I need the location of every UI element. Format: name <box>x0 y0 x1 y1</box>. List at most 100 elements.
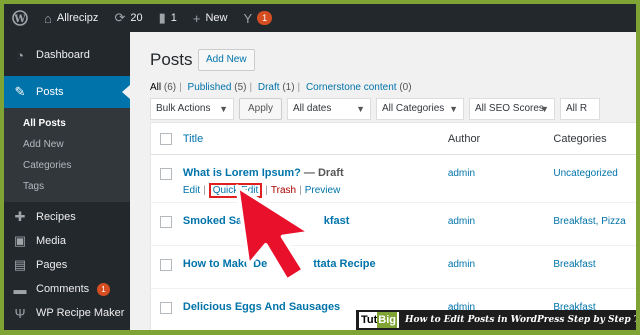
table-header: Title Author Categories <box>151 123 636 155</box>
new-label: New <box>205 12 228 24</box>
comment-icon: ▮ <box>158 10 166 25</box>
view-all-count: (6) <box>163 82 177 93</box>
row-checkbox[interactable] <box>159 168 172 180</box>
select-all-checkbox[interactable] <box>159 132 172 145</box>
wordpress-logo-button[interactable]: W <box>4 4 36 32</box>
yoast-icon: Y <box>243 10 253 26</box>
page-title: Posts <box>150 50 193 69</box>
seo-scores-select[interactable]: All SEO Scores ▼ <box>469 98 556 120</box>
chevron-down-icon: ▼ <box>449 104 459 114</box>
readability-select[interactable]: All R <box>560 98 601 120</box>
new-content-link[interactable]: + New <box>185 4 236 32</box>
categories-value: All Categories <box>382 103 445 114</box>
menu-comments-label: Comments <box>36 283 90 295</box>
comments-icon: ▬ <box>13 281 27 297</box>
updates-count: 20 <box>130 12 143 24</box>
category-link[interactable]: Uncategorized <box>553 168 617 179</box>
refresh-icon: ⟳ <box>114 10 126 25</box>
view-cornerstone[interactable]: Cornerstone content <box>306 82 397 93</box>
svg-text:W: W <box>13 14 26 25</box>
view-all[interactable]: All <box>150 82 161 93</box>
readability-value: All R <box>566 103 588 114</box>
menu-recipes-label: Recipes <box>36 211 76 223</box>
submenu-tags[interactable]: Tags <box>4 176 130 197</box>
menu-media-label: Media <box>36 235 66 247</box>
site-name-link[interactable]: ⌂ Allrecipz <box>36 4 106 32</box>
author-link[interactable]: admin <box>448 168 475 179</box>
author-link[interactable]: admin <box>448 216 475 227</box>
column-title[interactable]: Title <box>181 133 448 145</box>
add-new-button[interactable]: Add New <box>198 49 255 71</box>
apply-button[interactable]: Apply <box>239 98 283 120</box>
filters-bar: Bulk Actions ▼ Apply All dates ▼ All Cat… <box>150 98 601 120</box>
seo-scores-value: All SEO Scores <box>475 103 544 114</box>
media-icon: ▣ <box>13 233 27 248</box>
comments-badge: 1 <box>97 282 110 296</box>
table-row: How to Make De ttata Recipe admin Breakfa… <box>151 246 636 289</box>
category-link[interactable]: Breakfast, Pizza <box>553 216 625 227</box>
categories-select[interactable]: All Categories ▼ <box>376 98 465 120</box>
tutbig-logo: Tut Big <box>359 312 400 328</box>
plus-icon: + <box>192 10 201 26</box>
dates-value: All dates <box>293 103 332 114</box>
main-content: Posts Add New All (6) | Published (5) | Dr… <box>130 32 636 330</box>
menu-recipes[interactable]: ✚ Recipes <box>4 205 130 229</box>
menu-dashboard[interactable]: ◔ Dashboard <box>4 39 130 71</box>
menu-media[interactable]: ▣ Media <box>4 229 130 253</box>
pages-icon: ▤ <box>13 257 27 272</box>
chevron-down-icon: ▼ <box>356 104 366 114</box>
menu-dashboard-label: Dashboard <box>36 49 90 61</box>
bulk-actions-select[interactable]: Bulk Actions ▼ <box>150 98 234 120</box>
menu-recipe-maker[interactable]: Ψ WP Recipe Maker <box>4 301 130 325</box>
category-link[interactable]: Breakfast <box>553 259 595 270</box>
column-author: Author <box>447 132 481 145</box>
updates-link[interactable]: ⟳ 20 <box>106 4 150 32</box>
screen: W ⌂ Allrecipz ⟳ 20 ▮ 1 + New Y 1 ◔ Dashb… <box>4 4 636 330</box>
recipes-icon: ✚ <box>14 209 26 224</box>
view-draft-count: (1) <box>282 82 295 93</box>
dates-select[interactable]: All dates ▼ <box>287 98 372 120</box>
watermark-banner: Tut Big How to Edit Posts in WordPress St… <box>356 310 636 330</box>
logo-text-a: Tut <box>361 314 378 326</box>
home-icon: ⌂ <box>44 10 52 26</box>
wordpress-icon: W <box>12 10 28 26</box>
pointer-arrow-icon <box>235 184 313 283</box>
comments-count: 1 <box>170 12 177 24</box>
posts-table: Title Author Categories What is Lorem Ip… <box>150 122 636 330</box>
posts-submenu: All Posts Add New Categories Tags <box>4 108 130 202</box>
view-published-count: (5) <box>234 82 247 93</box>
menu-posts-label: Posts <box>36 86 64 98</box>
row-checkbox[interactable] <box>159 259 172 271</box>
submenu-all-posts[interactable]: All Posts <box>4 113 130 134</box>
menu-recipe-maker-label: WP Recipe Maker <box>36 307 125 319</box>
dashboard-icon: ◔ <box>16 47 24 63</box>
table-row: What is Lorem Ipsum? — Draft Edit | Quic… <box>151 155 636 203</box>
edit-link[interactable]: Edit <box>183 185 200 196</box>
view-cornerstone-count: (0) <box>399 82 412 93</box>
site-name: Allrecipz <box>56 12 99 24</box>
recipe-maker-icon: Ψ <box>14 305 26 321</box>
view-published[interactable]: Published <box>188 82 232 93</box>
chevron-down-icon: ▼ <box>540 104 550 114</box>
row-checkbox[interactable] <box>159 216 172 228</box>
table-row: Smoked Salmo kfast admin Breakfast, Pizza <box>151 203 636 246</box>
view-draft[interactable]: Draft <box>258 82 280 93</box>
column-categories: Categories <box>553 132 607 145</box>
row-checkbox[interactable] <box>159 302 172 314</box>
submenu-categories[interactable]: Categories <box>4 155 130 176</box>
menu-comments[interactable]: ▬ Comments 1 <box>4 277 130 301</box>
admin-sidebar: ◔ Dashboard ✎ Posts All Posts Add New Ca… <box>4 32 130 330</box>
yoast-menu[interactable]: Y 1 <box>235 4 280 32</box>
submenu-add-new[interactable]: Add New <box>4 134 130 155</box>
comments-link[interactable]: ▮ 1 <box>151 4 185 32</box>
author-link[interactable]: admin <box>448 259 475 270</box>
logo-text-b: Big <box>377 312 398 328</box>
admin-bar: W ⌂ Allrecipz ⟳ 20 ▮ 1 + New Y 1 <box>4 4 636 32</box>
menu-pages-label: Pages <box>36 259 68 271</box>
bulk-actions-value: Bulk Actions <box>156 103 211 114</box>
menu-posts[interactable]: ✎ Posts <box>4 76 130 108</box>
menu-pages[interactable]: ▤ Pages <box>4 253 130 277</box>
post-status-views: All (6) | Published (5) | Draft (1) | Corne… <box>150 82 412 93</box>
pin-icon: ✎ <box>14 84 26 99</box>
yoast-badge: 1 <box>257 11 273 25</box>
